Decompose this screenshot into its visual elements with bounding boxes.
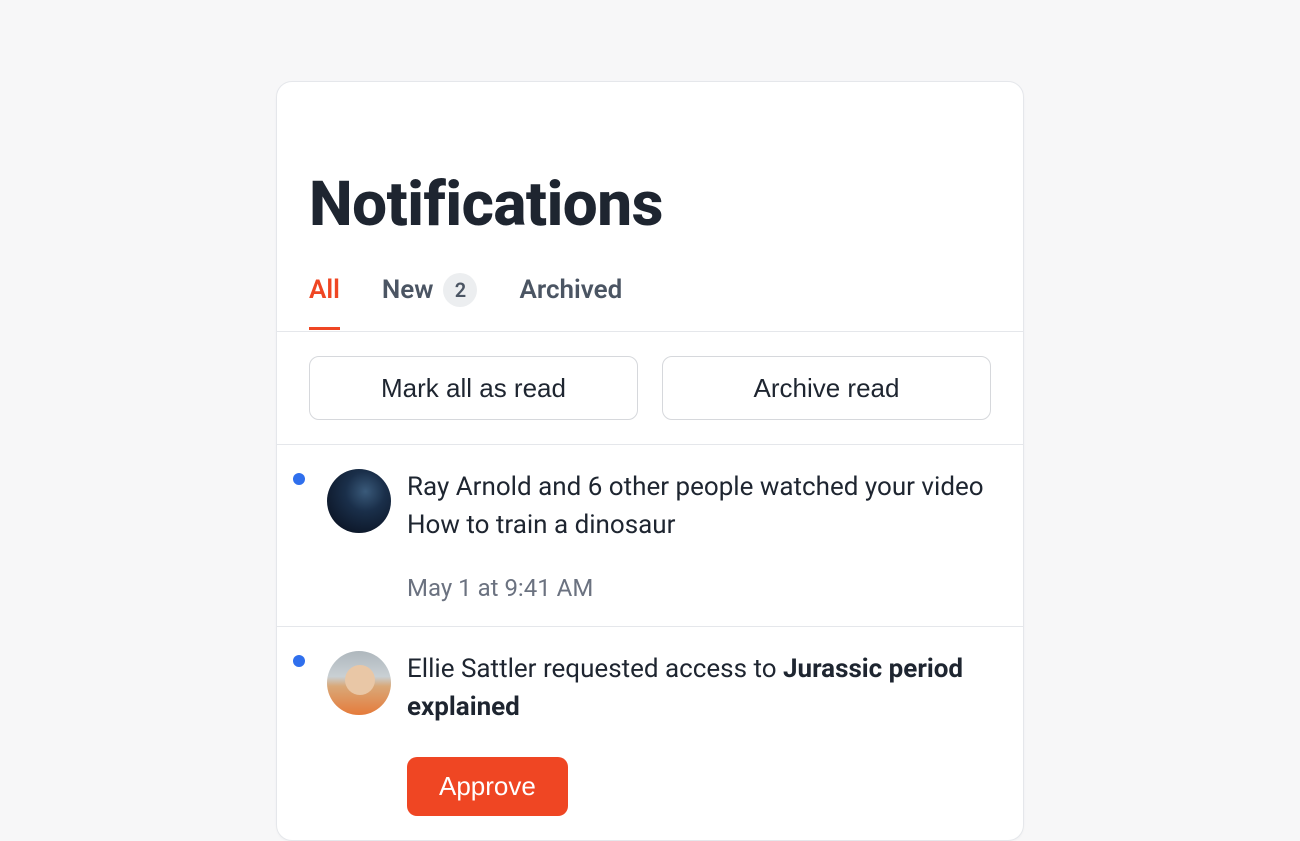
bulk-actions: Mark all as read Archive read (277, 332, 1023, 445)
notification-time: May 1 at 9:41 AM (407, 574, 991, 602)
unread-dot-icon (293, 473, 305, 485)
notification-message: Ellie Sattler requested access to Jurass… (407, 651, 991, 726)
notification-item[interactable]: Ellie Sattler requested access to Jurass… (277, 627, 1023, 839)
archive-read-button[interactable]: Archive read (662, 356, 991, 420)
tab-new-label: New (382, 275, 434, 305)
tab-new[interactable]: New 2 (382, 273, 478, 332)
notification-message: Ray Arnold and 6 other people watched yo… (407, 469, 991, 544)
unread-indicator-col (293, 469, 311, 602)
page-title: Notifications (277, 82, 1023, 241)
notification-body: Ellie Sattler requested access to Jurass… (407, 651, 991, 815)
notification-item[interactable]: Ray Arnold and 6 other people watched yo… (277, 445, 1023, 627)
approve-button[interactable]: Approve (407, 757, 568, 816)
unread-dot-icon (293, 655, 305, 667)
tab-archived-label: Archived (519, 275, 622, 305)
tab-all-label: All (309, 275, 340, 305)
tabs: All New 2 Archived (277, 241, 1023, 332)
mark-all-read-button[interactable]: Mark all as read (309, 356, 638, 420)
tab-all[interactable]: All (309, 275, 340, 330)
notifications-card: Notifications All New 2 Archived Mark al… (276, 81, 1024, 841)
notification-message-prefix: Ellie Sattler requested access to (407, 654, 783, 684)
avatar (327, 651, 391, 715)
tab-new-badge: 2 (443, 273, 477, 307)
tab-archived[interactable]: Archived (519, 275, 622, 330)
avatar (327, 469, 391, 533)
notification-body: Ray Arnold and 6 other people watched yo… (407, 469, 991, 602)
unread-indicator-col (293, 651, 311, 815)
